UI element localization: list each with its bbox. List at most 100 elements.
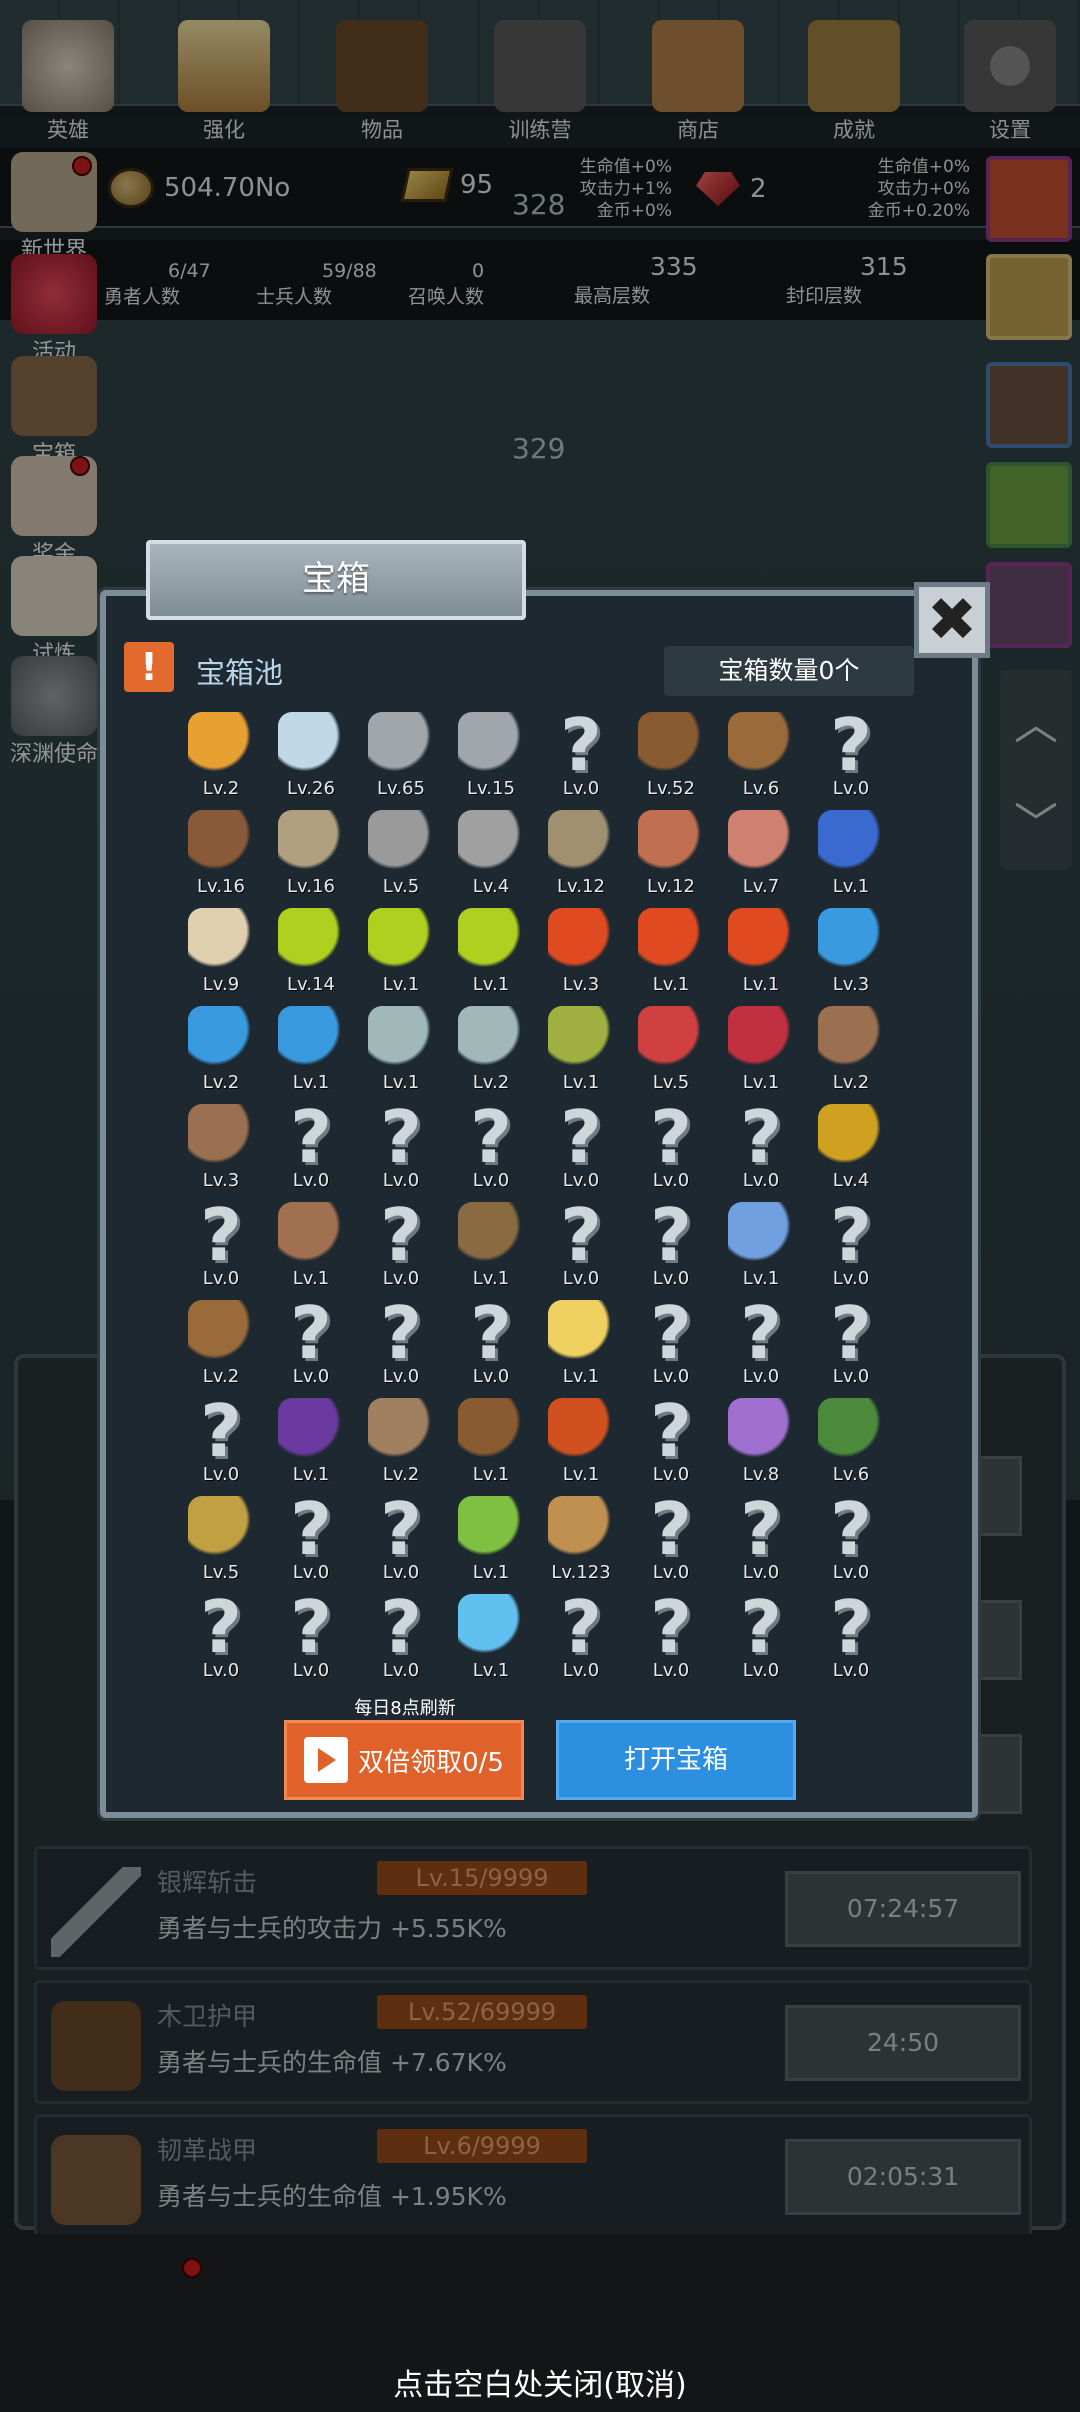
double-claim-button[interactable]: 双倍领取0/5 xyxy=(284,1720,524,1800)
item-slot[interactable]: Lv.5 xyxy=(626,1000,716,1098)
item-slot[interactable]: ? Lv.0 xyxy=(356,1294,446,1392)
item-slot[interactable]: Lv.1 xyxy=(446,1490,536,1588)
item-level: Lv.1 xyxy=(562,1366,600,1387)
item-slot[interactable]: Lv.8 xyxy=(716,1392,806,1490)
item-slot[interactable]: ? Lv.0 xyxy=(176,1196,266,1294)
item-level: Lv.65 xyxy=(377,778,425,799)
red-potion-icon xyxy=(638,908,704,974)
item-slot[interactable]: Lv.1 xyxy=(716,1000,806,1098)
item-slot[interactable]: ? Lv.0 xyxy=(446,1098,536,1196)
item-slot[interactable]: Lv.1 xyxy=(626,902,716,1000)
item-slot[interactable]: ? Lv.0 xyxy=(626,1588,716,1686)
item-slot[interactable]: Lv.26 xyxy=(266,706,356,804)
item-slot[interactable]: Lv.1 xyxy=(356,1000,446,1098)
item-slot[interactable]: ? Lv.0 xyxy=(626,1294,716,1392)
open-chest-button[interactable]: 打开宝箱 xyxy=(556,1720,796,1800)
item-slot[interactable]: Lv.1 xyxy=(266,1392,356,1490)
item-slot[interactable]: Lv.4 xyxy=(446,804,536,902)
item-slot[interactable]: Lv.1 xyxy=(446,1196,536,1294)
item-slot[interactable]: ? Lv.0 xyxy=(626,1098,716,1196)
item-slot[interactable]: Lv.2 xyxy=(356,1392,446,1490)
item-slot[interactable]: Lv.52 xyxy=(626,706,716,804)
unknown-icon: ? xyxy=(188,1395,254,1467)
item-slot[interactable]: ? Lv.0 xyxy=(626,1196,716,1294)
item-slot[interactable]: Lv.2 xyxy=(806,1000,896,1098)
item-slot[interactable]: Lv.9 xyxy=(176,902,266,1000)
item-slot[interactable]: ? Lv.0 xyxy=(356,1196,446,1294)
item-slot[interactable]: Lv.1 xyxy=(536,1294,626,1392)
item-slot[interactable]: ? Lv.0 xyxy=(716,1588,806,1686)
item-slot[interactable]: Lv.65 xyxy=(356,706,446,804)
item-slot[interactable]: Lv.2 xyxy=(176,706,266,804)
item-slot[interactable]: ? Lv.0 xyxy=(626,1490,716,1588)
item-slot[interactable]: Lv.16 xyxy=(176,804,266,902)
item-level: Lv.1 xyxy=(382,1072,420,1093)
item-level: Lv.0 xyxy=(652,1562,690,1583)
question-mark-icon: ? xyxy=(650,1389,692,1473)
item-slot[interactable]: ? Lv.0 xyxy=(356,1490,446,1588)
item-slot[interactable]: Lv.3 xyxy=(806,902,896,1000)
item-slot[interactable]: Lv.1 xyxy=(716,1196,806,1294)
video-icon xyxy=(304,1737,349,1783)
item-slot[interactable]: Lv.7 xyxy=(716,804,806,902)
item-level: Lv.8 xyxy=(742,1464,780,1485)
item-slot[interactable]: ? Lv.0 xyxy=(806,706,896,804)
item-slot[interactable]: Lv.6 xyxy=(806,1392,896,1490)
item-slot[interactable]: ? Lv.0 xyxy=(536,1098,626,1196)
item-slot[interactable]: ? Lv.0 xyxy=(806,1490,896,1588)
item-slot[interactable]: ? Lv.0 xyxy=(266,1490,356,1588)
yellow-potion-icon xyxy=(368,908,434,974)
item-slot[interactable]: ? Lv.0 xyxy=(176,1392,266,1490)
item-slot[interactable]: ? Lv.0 xyxy=(536,706,626,804)
item-slot[interactable]: Lv.2 xyxy=(446,1000,536,1098)
item-slot[interactable]: ? Lv.0 xyxy=(356,1098,446,1196)
item-slot[interactable]: Lv.2 xyxy=(176,1000,266,1098)
item-slot[interactable]: ? Lv.0 xyxy=(356,1588,446,1686)
item-slot[interactable]: Lv.2 xyxy=(176,1294,266,1392)
meat-icon xyxy=(638,810,704,876)
item-slot[interactable]: ? Lv.0 xyxy=(806,1294,896,1392)
item-slot[interactable]: ? Lv.0 xyxy=(536,1196,626,1294)
item-slot[interactable]: ? Lv.0 xyxy=(716,1490,806,1588)
item-slot[interactable]: Lv.1 xyxy=(446,1392,536,1490)
item-slot[interactable]: ? Lv.0 xyxy=(626,1392,716,1490)
item-slot[interactable]: Lv.1 xyxy=(356,902,446,1000)
item-slot[interactable]: Lv.1 xyxy=(446,902,536,1000)
item-slot[interactable]: Lv.123 xyxy=(536,1490,626,1588)
item-slot[interactable]: ? Lv.0 xyxy=(806,1588,896,1686)
item-slot[interactable]: ? Lv.0 xyxy=(266,1588,356,1686)
item-slot[interactable]: Lv.14 xyxy=(266,902,356,1000)
item-slot[interactable]: Lv.5 xyxy=(176,1490,266,1588)
item-slot[interactable]: Lv.3 xyxy=(536,902,626,1000)
item-slot[interactable]: Lv.1 xyxy=(716,902,806,1000)
item-slot[interactable]: Lv.1 xyxy=(536,1392,626,1490)
item-slot[interactable]: ? Lv.0 xyxy=(446,1294,536,1392)
item-slot[interactable]: Lv.15 xyxy=(446,706,536,804)
item-level: Lv.16 xyxy=(197,876,245,897)
item-slot[interactable]: Lv.4 xyxy=(806,1098,896,1196)
item-slot[interactable]: Lv.1 xyxy=(266,1196,356,1294)
question-mark-icon: ? xyxy=(740,1487,782,1571)
item-slot[interactable]: Lv.1 xyxy=(446,1588,536,1686)
item-slot[interactable]: Lv.12 xyxy=(536,804,626,902)
item-slot[interactable]: ? Lv.0 xyxy=(716,1098,806,1196)
item-slot[interactable]: Lv.1 xyxy=(266,1000,356,1098)
item-slot[interactable]: Lv.1 xyxy=(536,1000,626,1098)
item-level: Lv.0 xyxy=(742,1660,780,1681)
question-mark-icon: ? xyxy=(830,1487,872,1571)
magic-wand-icon xyxy=(728,1202,794,1268)
item-slot[interactable]: ? Lv.0 xyxy=(266,1098,356,1196)
sword-icon xyxy=(368,712,434,778)
item-slot[interactable]: ? Lv.0 xyxy=(266,1294,356,1392)
item-slot[interactable]: ? Lv.0 xyxy=(806,1196,896,1294)
item-slot[interactable]: Lv.1 xyxy=(806,804,896,902)
item-slot[interactable]: ? Lv.0 xyxy=(716,1294,806,1392)
item-slot[interactable]: ? Lv.0 xyxy=(536,1588,626,1686)
item-slot[interactable]: ? Lv.0 xyxy=(176,1588,266,1686)
item-slot[interactable]: Lv.12 xyxy=(626,804,716,902)
item-slot[interactable]: Lv.16 xyxy=(266,804,356,902)
item-slot[interactable]: Lv.3 xyxy=(176,1098,266,1196)
close-icon[interactable]: ✖ xyxy=(914,582,990,658)
item-slot[interactable]: Lv.5 xyxy=(356,804,446,902)
item-slot[interactable]: Lv.6 xyxy=(716,706,806,804)
